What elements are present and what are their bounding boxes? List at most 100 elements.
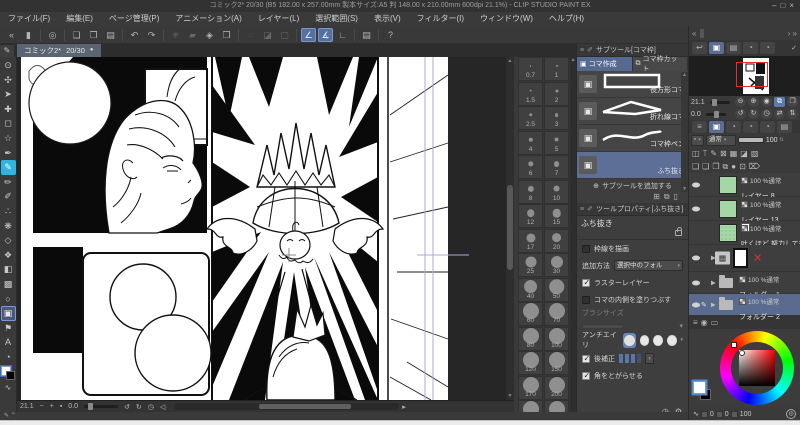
lock-row-icon-6[interactable]: ▧ bbox=[751, 149, 759, 158]
deselect-icon[interactable]: ◌ bbox=[243, 28, 258, 42]
visibility-eye-icon[interactable] bbox=[692, 255, 700, 261]
eraser-tool-icon[interactable]: ◇ bbox=[1, 233, 16, 248]
invert-selection-icon[interactable]: ◪ bbox=[260, 28, 275, 42]
brush-size-17[interactable]: 17 bbox=[518, 228, 543, 253]
brush-size-8[interactable]: 8 bbox=[518, 179, 543, 204]
color-tab-0[interactable]: ≡ bbox=[693, 318, 698, 327]
checkbox[interactable] bbox=[582, 244, 590, 253]
panel-check-icon[interactable]: ✓ bbox=[791, 44, 797, 52]
menu-item-表示(V)[interactable]: 表示(V) bbox=[366, 12, 409, 26]
scroll-up-arrow[interactable]: ▲ bbox=[506, 57, 514, 65]
folder-icon[interactable] bbox=[719, 274, 733, 288]
color-tab-2[interactable]: ▭ bbox=[711, 318, 719, 327]
dropdown[interactable]: 選択中のフォル ▾ bbox=[614, 260, 683, 271]
decoration-tool-icon[interactable]: ❋ bbox=[1, 219, 16, 234]
subtool-scrollbar[interactable]: ▲ ▼ bbox=[681, 72, 688, 192]
scroll-right-arrow[interactable]: ▸ bbox=[399, 403, 409, 411]
brush-size-30[interactable]: 30 bbox=[544, 253, 569, 277]
nav-zoom-btn-4[interactable]: ❒ bbox=[787, 97, 798, 107]
menu-item-ファイル(F)[interactable]: ファイル(F) bbox=[0, 12, 58, 26]
rotate-cw-button[interactable]: ↻ bbox=[133, 403, 145, 411]
redo-icon[interactable]: ↷ bbox=[144, 28, 159, 42]
brush-size-7[interactable]: 7 bbox=[544, 155, 569, 179]
crop-icon[interactable]: ❒ bbox=[219, 28, 234, 42]
brush-size-40[interactable]: 40 bbox=[518, 277, 543, 302]
navigator-preview[interactable] bbox=[689, 56, 800, 96]
zoom-in-button[interactable]: + bbox=[47, 403, 57, 410]
navigator-zoom-slider[interactable] bbox=[709, 98, 730, 106]
menu-item-ヘルプ(H)[interactable]: ヘルプ(H) bbox=[541, 12, 592, 26]
lock-row-icon-0[interactable]: ◫ bbox=[692, 149, 700, 158]
checkbox[interactable] bbox=[582, 371, 590, 380]
subtool-tab-コマ作成[interactable]: ▣ コマ作成 bbox=[577, 57, 633, 71]
move-layer-tool-icon[interactable]: ✚ bbox=[1, 102, 16, 117]
gradient-icon[interactable]: ◈ bbox=[202, 28, 217, 42]
layer-thumbnail[interactable] bbox=[719, 223, 737, 242]
flip-button[interactable]: ◁ bbox=[157, 403, 168, 411]
subtool-item-長方形コマ[interactable]: ▣ 長方形コマ bbox=[577, 71, 688, 98]
antialias-level-2[interactable] bbox=[653, 334, 663, 346]
hand-tool-icon[interactable]: ✣ bbox=[1, 73, 16, 88]
menu-item-ページ管理(P)[interactable]: ページ管理(P) bbox=[101, 12, 168, 26]
menu-item-ウィンドウ(W)[interactable]: ウィンドウ(W) bbox=[472, 12, 541, 26]
layer-thumbnail[interactable] bbox=[719, 199, 737, 218]
text-tool-icon[interactable]: A bbox=[1, 335, 16, 350]
horizontal-scroll-thumb[interactable] bbox=[259, 404, 352, 409]
menu-item-編集(E)[interactable]: 編集(E) bbox=[58, 12, 101, 26]
vertical-scroll-thumb[interactable] bbox=[507, 185, 513, 270]
layer-thumbnail-dropdown[interactable]: ▫ ▾ bbox=[691, 134, 704, 146]
pen-tool-icon[interactable]: ✎ bbox=[0, 160, 16, 175]
menu-item-選択範囲(S)[interactable]: 選択範囲(S) bbox=[307, 12, 366, 26]
visibility-eye-icon[interactable] bbox=[692, 302, 700, 307]
brush-size-0.7[interactable]: 0.7 bbox=[518, 57, 543, 81]
nav-rot-btn-3[interactable]: ⇄ bbox=[774, 109, 785, 119]
blend-tool-icon[interactable]: ❖ bbox=[1, 248, 16, 263]
brush-size-5[interactable]: 5 bbox=[544, 130, 569, 155]
rotation-slider[interactable] bbox=[84, 403, 119, 410]
color-wheel-panel[interactable] bbox=[689, 329, 800, 407]
color-set-button[interactable]: ◍ bbox=[786, 409, 796, 419]
clear-icon[interactable]: ✳ bbox=[168, 28, 183, 42]
brush-size-100[interactable]: 100 bbox=[544, 326, 569, 351]
layer-command-icon-1[interactable]: ❏ bbox=[702, 162, 709, 171]
foreground-color-swatch[interactable] bbox=[693, 381, 706, 394]
checkbox[interactable] bbox=[582, 295, 590, 304]
lock-row-icon-2[interactable]: ✎ bbox=[710, 149, 717, 158]
layer-row-レイヤー 8[interactable]: 100 %通常レイヤー 8 bbox=[689, 173, 800, 200]
layer-command-icon-4[interactable]: ● bbox=[731, 162, 736, 171]
ruler-tool-icon[interactable]: ⚑ bbox=[1, 321, 16, 336]
brush-size-150[interactable]: 150 bbox=[544, 351, 569, 375]
nav-zoom-btn-1[interactable]: ⊕ bbox=[748, 97, 759, 107]
color-swatch-pair[interactable] bbox=[0, 366, 16, 382]
nav-rot-btn-2[interactable]: ◷ bbox=[761, 109, 772, 119]
status-left-icons[interactable]: ✎ ⌃ bbox=[4, 413, 16, 419]
lock-icon[interactable] bbox=[675, 227, 682, 236]
layer-tab-5[interactable]: ▤ bbox=[777, 120, 792, 133]
menu-item-フィルター(I)[interactable]: フィルター(I) bbox=[409, 12, 472, 26]
more-button[interactable]: › bbox=[645, 353, 654, 364]
layer-row-frame[interactable]: ▶ ▦ ✕ bbox=[689, 245, 800, 272]
expand-arrow-icon[interactable]: ▶ bbox=[711, 301, 716, 308]
panel-tab-4[interactable]: ◔ bbox=[760, 42, 775, 54]
expand-caret[interactable]: ▾ bbox=[681, 337, 684, 343]
close-button[interactable]: × bbox=[789, 1, 798, 10]
layer-thumbnail[interactable] bbox=[719, 175, 737, 194]
lock-row-icon-1[interactable]: ⟙ bbox=[703, 149, 708, 159]
zoom-out-button[interactable]: − bbox=[37, 403, 47, 410]
brush-size-10[interactable]: 10 bbox=[544, 179, 569, 204]
brush-size-slider[interactable] bbox=[582, 323, 624, 329]
brush-size-2[interactable]: 2 bbox=[544, 81, 569, 106]
lock-row-icon-5[interactable]: ◪ bbox=[740, 149, 748, 158]
new-file-icon[interactable]: ❏ bbox=[69, 28, 84, 42]
workspace-handle[interactable] bbox=[700, 28, 705, 38]
airbrush-tool-icon[interactable]: ∴ bbox=[1, 204, 16, 219]
pencil-tool-icon[interactable]: ✏ bbox=[1, 175, 16, 190]
brush-size-1.5[interactable]: 1.5 bbox=[518, 81, 543, 106]
layer-row-吐くほど 努力しても[interactable]: A100 %通常吐くほど 努力しても bbox=[689, 221, 800, 248]
subtool-tab-コマ枠カット[interactable]: ⧉ コマ枠カット bbox=[632, 56, 688, 73]
selection-border-icon[interactable]: ▢ bbox=[277, 28, 292, 42]
rotate-ccw-button[interactable]: ↺ bbox=[121, 403, 133, 411]
layer-name[interactable]: フォルダー 2 bbox=[739, 314, 780, 321]
hue-marker[interactable] bbox=[731, 342, 737, 348]
brush-size-80[interactable]: 80 bbox=[518, 326, 543, 351]
